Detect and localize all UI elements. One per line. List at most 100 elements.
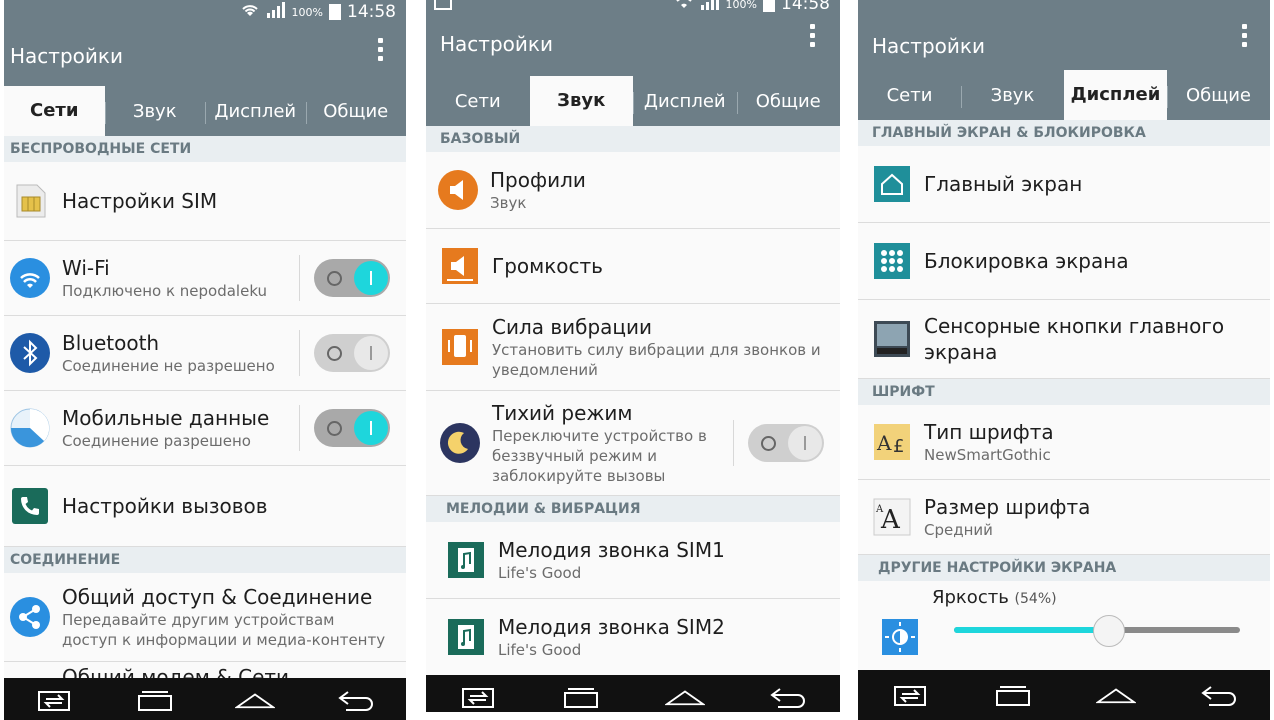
wifi-label: Wi-Fi — [62, 256, 110, 280]
switch-sim-icon[interactable] — [890, 683, 930, 707]
font-type-icon: A £ — [872, 422, 912, 462]
bluetooth-toggle[interactable] — [314, 334, 390, 372]
wifi-row[interactable]: Wi-Fi Подключено к nepodaleku — [4, 241, 406, 316]
silent-mode-toggle[interactable] — [748, 424, 824, 462]
home-icon[interactable] — [1095, 683, 1136, 707]
ringtone-icon — [446, 540, 486, 580]
font-size-icon: AA — [872, 497, 912, 537]
profiles-icon — [438, 170, 478, 210]
tab-display[interactable]: Дисплей — [205, 92, 306, 136]
tab-sound[interactable]: Звук — [961, 76, 1064, 120]
tab-network[interactable]: Сети — [4, 86, 105, 136]
tab-network[interactable]: Сети — [858, 76, 961, 120]
recent-apps-icon[interactable] — [135, 688, 175, 712]
call-settings-row[interactable]: Настройки вызовов — [4, 466, 406, 547]
status-bar: 100% 14:58 — [4, 0, 406, 22]
font-type-row[interactable]: A £ Тип шрифта NewSmartGothic — [858, 405, 1270, 480]
brightness-row[interactable]: Яркость (54%) — [858, 581, 1270, 667]
switch-sim-icon[interactable] — [34, 688, 74, 712]
screen-display: Настройки Сети Звук Дисплей Общие ГЛАВНЫ… — [858, 0, 1270, 720]
overflow-menu-icon[interactable] — [378, 38, 384, 61]
wifi-signal-icon — [674, 0, 694, 14]
status-bar: 100% 14:58 — [426, 0, 840, 14]
touch-buttons-row[interactable]: Сенсорные кнопки главного экрана — [858, 300, 1270, 379]
mobile-data-status: Соединение разрешено — [62, 432, 251, 450]
bluetooth-status: Соединение не разрешено — [62, 357, 275, 375]
tab-general[interactable]: Общие — [1167, 76, 1270, 120]
vibration-row[interactable]: Сила вибрации Установить силу вибрации д… — [426, 304, 840, 391]
divider — [299, 255, 300, 301]
bluetooth-label: Bluetooth — [62, 331, 160, 355]
recent-apps-icon[interactable] — [561, 685, 601, 709]
silent-mode-description: Переключите устройство в беззвучный режи… — [492, 427, 707, 485]
app-bar: Настройки — [4, 22, 406, 78]
divider — [299, 405, 300, 451]
battery-percent: 100% — [291, 5, 323, 19]
lock-screen-icon — [872, 241, 912, 281]
tab-general[interactable]: Общие — [736, 82, 841, 126]
wifi-toggle[interactable] — [314, 259, 390, 297]
image-notification-icon — [434, 0, 452, 10]
share-icon — [10, 597, 50, 637]
cell-signal-icon — [266, 2, 286, 22]
wifi-status: Подключено к nepodaleku — [62, 282, 268, 300]
clock: 14:58 — [781, 0, 830, 14]
tab-display[interactable]: Дисплей — [1064, 70, 1167, 120]
tab-network[interactable]: Сети — [426, 82, 530, 126]
lock-screen-row[interactable]: Блокировка экрана — [858, 223, 1270, 300]
bluetooth-row[interactable]: Bluetooth Соединение не разрешено — [4, 316, 406, 391]
page-title: Настройки — [440, 32, 553, 56]
ringtone-sim1-row[interactable]: Мелодия звонка SIM1 Life's Good — [426, 522, 840, 599]
wifi-icon — [10, 258, 50, 298]
font-size-row[interactable]: AA Размер шрифта Средний — [858, 480, 1270, 555]
tab-display[interactable]: Дисплей — [633, 82, 737, 126]
sharing-description: Передавайте другим устройствам доступ к … — [62, 611, 386, 649]
navigation-bar — [858, 670, 1270, 720]
navigation-bar — [426, 675, 840, 712]
divider — [299, 330, 300, 376]
overflow-menu-icon[interactable] — [810, 24, 816, 47]
ringtone-sim1-value: Life's Good — [498, 564, 582, 582]
volume-label: Громкость — [492, 254, 603, 278]
mobile-data-toggle[interactable] — [314, 409, 390, 447]
brightness-slider-thumb[interactable] — [1093, 615, 1126, 647]
mobile-data-row[interactable]: Мобильные данные Соединение разрешено — [4, 391, 406, 466]
brightness-slider-fill — [954, 627, 1109, 633]
divider — [733, 420, 734, 466]
sharing-row[interactable]: Общий доступ & Соединение Передавайте др… — [4, 573, 406, 662]
sim-card-icon — [10, 181, 50, 221]
moon-icon — [440, 423, 480, 463]
home-icon[interactable] — [664, 685, 705, 709]
section-basic: БАЗОВЫЙ — [426, 126, 840, 152]
touch-buttons-label: Сенсорные кнопки главного экрана — [924, 314, 1225, 364]
back-icon[interactable] — [768, 685, 808, 709]
silent-mode-row[interactable]: Тихий режим Переключите устройство в без… — [426, 391, 840, 496]
sim-settings-label: Настройки SIM — [62, 189, 218, 213]
section-wireless: БЕСПРОВОДНЫЕ СЕТИ — [4, 136, 406, 162]
cell-signal-icon — [700, 0, 720, 14]
sim-settings-row[interactable]: Настройки SIM — [4, 162, 406, 241]
ringtone-sim2-row[interactable]: Мелодия звонка SIM2 Life's Good — [426, 599, 840, 675]
ringtone-sim2-value: Life's Good — [498, 641, 582, 659]
app-bar: Настройки — [858, 8, 1270, 66]
screen-sound: 100% 14:58 Настройки Сети Звук Дисплей О… — [426, 0, 840, 712]
overflow-menu-icon[interactable] — [1242, 24, 1248, 47]
tab-sound[interactable]: Звук — [529, 76, 633, 126]
profiles-sub: Звук — [490, 194, 527, 212]
tab-sound[interactable]: Звук — [104, 92, 206, 136]
tab-bar: Сети Звук Дисплей Общие — [858, 66, 1270, 120]
tab-bar: Сети Звук Дисплей Общие — [4, 78, 406, 136]
brightness-icon — [880, 617, 920, 657]
section-home-lock: ГЛАВНЫЙ ЭКРАН & БЛОКИРОВКА — [858, 120, 1270, 146]
recent-apps-icon[interactable] — [993, 683, 1033, 707]
tab-general[interactable]: Общие — [305, 92, 407, 136]
home-screen-row[interactable]: Главный экран — [858, 146, 1270, 223]
ringtone-sim2-label: Мелодия звонка SIM2 — [498, 615, 725, 639]
volume-row[interactable]: Громкость — [426, 229, 840, 304]
back-icon[interactable] — [1199, 683, 1239, 707]
back-icon[interactable] — [336, 688, 376, 712]
profiles-row[interactable]: Профили Звук — [426, 152, 840, 229]
switch-sim-icon[interactable] — [458, 685, 498, 709]
home-icon[interactable] — [235, 688, 276, 712]
silent-mode-label: Тихий режим — [492, 401, 633, 425]
